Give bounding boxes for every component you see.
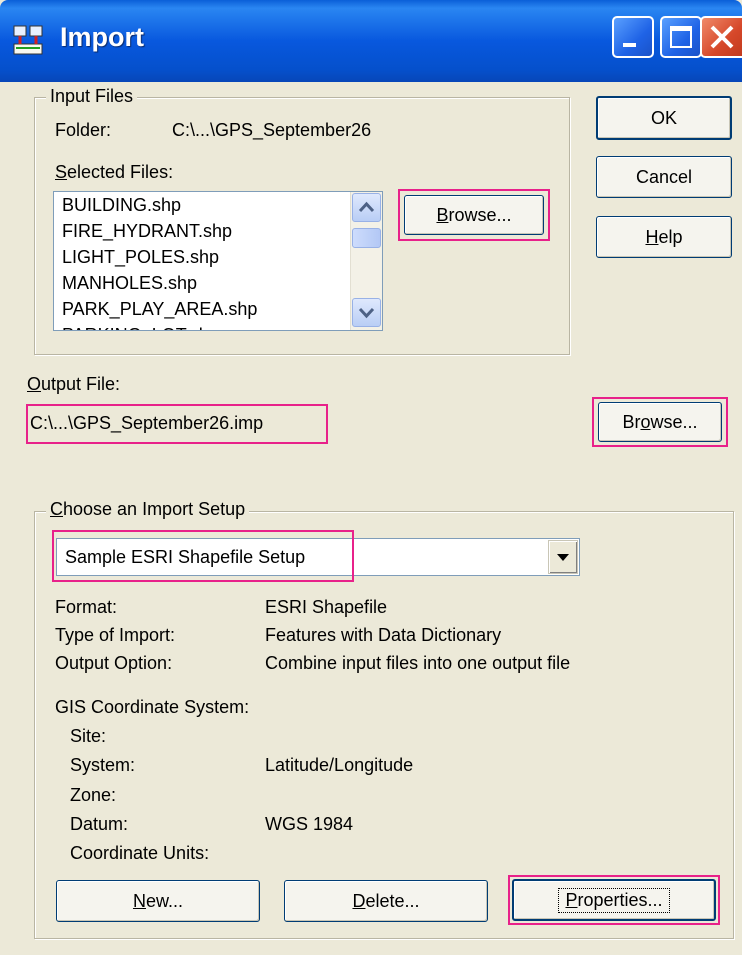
maximize-button[interactable] (660, 16, 702, 58)
import-setup-highlight (52, 530, 354, 582)
list-item[interactable]: PARKING_LOT.shp (54, 322, 382, 330)
scroll-up-button[interactable] (352, 193, 381, 222)
input-files-group-label: Input Files (46, 86, 138, 107)
minimize-button[interactable] (612, 16, 654, 58)
selected-files-label: Selected Files: (55, 162, 174, 182)
listbox-scrollbar[interactable] (350, 192, 382, 330)
maximize-icon (670, 26, 692, 48)
datum-label: Datum: (70, 814, 129, 834)
delete-setup-button[interactable]: Delete... (284, 880, 488, 922)
chevron-up-icon (358, 201, 375, 213)
output-option-label: Output Option: (55, 653, 173, 673)
list-item[interactable]: FIRE_HYDRANT.shp (54, 218, 382, 244)
import-setup-group-label: Choose an Import Setup (46, 499, 250, 520)
output-file-value: C:\...\GPS_September26.imp (30, 413, 264, 433)
site-label: Site: (70, 726, 107, 746)
window-title: Import (60, 22, 144, 52)
folder-value: C:\...\GPS_September26 (172, 120, 372, 140)
format-value: ESRI Shapefile (265, 597, 388, 617)
properties-button[interactable]: Properties... (512, 879, 716, 921)
datum-value: WGS 1984 (265, 814, 354, 834)
list-item[interactable]: BUILDING.shp (54, 192, 382, 218)
coordinate-units-label: Coordinate Units: (70, 843, 210, 863)
chevron-down-icon (358, 307, 375, 319)
input-browse-button[interactable]: Browse... (404, 195, 544, 235)
output-file-label: Output File: (27, 374, 121, 394)
scroll-thumb[interactable] (352, 228, 381, 248)
chevron-down-icon (557, 554, 569, 561)
type-of-import-value: Features with Data Dictionary (265, 625, 502, 645)
import-app-icon (13, 25, 43, 55)
cancel-button[interactable]: Cancel (596, 156, 732, 198)
list-item[interactable]: MANHOLES.shp (54, 270, 382, 296)
focus-rect: Properties... (558, 887, 670, 913)
title-bar[interactable]: Import (0, 0, 742, 82)
list-item[interactable]: PARK_PLAY_AREA.shp (54, 296, 382, 322)
dropdown-arrow-button[interactable] (548, 540, 578, 574)
system-value: Latitude/Longitude (265, 755, 414, 775)
list-item[interactable]: LIGHT_POLES.shp (54, 244, 382, 270)
type-of-import-label: Type of Import: (55, 625, 176, 645)
help-button[interactable]: Help (596, 216, 732, 258)
scroll-down-button[interactable] (352, 298, 381, 327)
output-browse-button[interactable]: Br o wse... (598, 402, 722, 442)
system-label: System: (70, 755, 136, 775)
new-setup-button[interactable]: New... (56, 880, 260, 922)
minimize-icon (623, 43, 636, 47)
ok-button[interactable]: OK (596, 96, 732, 140)
import-dialog: Import Input Files Folder: C:\...\GPS_Se… (0, 0, 742, 955)
folder-label: Folder: (55, 120, 112, 140)
close-button[interactable] (700, 16, 742, 58)
gis-coordinate-system-title: GIS Coordinate System: (55, 697, 250, 717)
zone-label: Zone: (70, 785, 117, 805)
close-icon (710, 25, 734, 49)
format-label: Format: (55, 597, 118, 617)
selected-files-listbox[interactable]: BUILDING.shp FIRE_HYDRANT.shp LIGHT_POLE… (53, 191, 383, 331)
output-option-value: Combine input files into one output file (265, 653, 571, 673)
